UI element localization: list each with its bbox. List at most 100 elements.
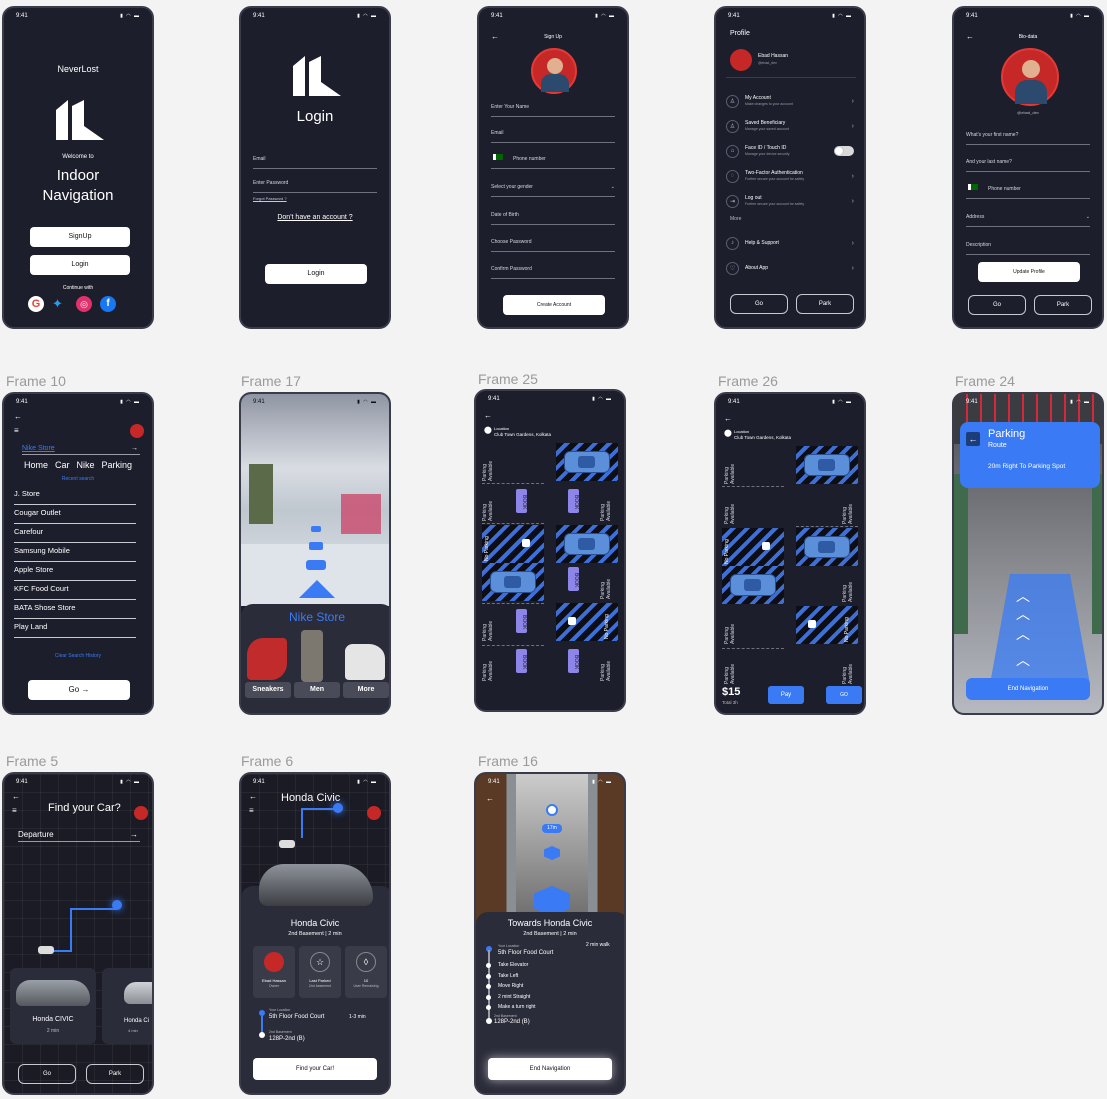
- first-name-field[interactable]: What's your first name?: [966, 132, 1090, 145]
- logout-item[interactable]: ⇥ Log out Further secure your account for …: [726, 190, 854, 212]
- address-select[interactable]: Address ⌄: [966, 214, 1090, 227]
- chevron-down-icon: ⌄: [1085, 214, 1090, 220]
- step-dot: [486, 984, 491, 990]
- park-button[interactable]: Park: [1034, 295, 1092, 315]
- my-account-item[interactable]: ♙ My Account Make changes to your account ›: [726, 90, 854, 112]
- book-button[interactable]: BOOK: [568, 567, 579, 591]
- gender-select[interactable]: Select your gender ⌄: [491, 184, 615, 197]
- menu-icon[interactable]: ≡: [249, 806, 254, 815]
- description-field[interactable]: Description: [966, 242, 1090, 255]
- tab-home[interactable]: Home: [24, 460, 48, 470]
- avatar[interactable]: [531, 48, 577, 94]
- help-support-item[interactable]: ♪ Help & Support ›: [726, 232, 854, 254]
- phone-field[interactable]: Phone number: [491, 154, 615, 169]
- recent-search-item[interactable]: Cougar Outlet: [14, 505, 136, 524]
- car-card[interactable]: Honda CIVIC 2 min: [10, 968, 96, 1044]
- arrow-right-icon[interactable]: →: [130, 830, 138, 839]
- pay-button[interactable]: Pay: [768, 686, 804, 704]
- google-icon[interactable]: G: [28, 296, 44, 312]
- confirm-password-field[interactable]: Confirm Password: [491, 266, 615, 279]
- signup-link[interactable]: Don't have an account ?: [241, 214, 389, 221]
- avatar[interactable]: [367, 806, 381, 820]
- go-button[interactable]: Go →: [28, 680, 130, 700]
- arrow-right-icon[interactable]: →: [131, 445, 138, 452]
- create-account-button[interactable]: Create Account: [503, 295, 605, 315]
- book-button[interactable]: BOOK: [568, 489, 579, 513]
- ar-path-marker: [311, 526, 321, 532]
- tab-car[interactable]: Car: [55, 460, 70, 470]
- email-field[interactable]: Email: [253, 156, 377, 169]
- twitter-icon[interactable]: ✦: [52, 296, 68, 312]
- recent-search-item[interactable]: Samsung Mobile: [14, 543, 136, 562]
- recent-search-item[interactable]: KFC Food Court: [14, 581, 136, 600]
- two-factor-item[interactable]: ◌ Two-Factor Authentication Further secure…: [726, 165, 854, 187]
- about-app-item[interactable]: ♡ About App ›: [726, 257, 854, 279]
- password-field[interactable]: Choose Password: [491, 239, 615, 252]
- face-id-toggle[interactable]: [834, 146, 854, 156]
- email-field[interactable]: Email: [491, 130, 615, 143]
- book-button[interactable]: BOOK: [516, 649, 527, 673]
- park-button[interactable]: Park: [796, 294, 854, 314]
- back-arrow-icon[interactable]: ←: [12, 792, 20, 801]
- password-field[interactable]: Enter Password: [253, 180, 377, 193]
- back-arrow-icon[interactable]: ←: [486, 794, 494, 803]
- last-parked-card[interactable]: ☆ Last Parked 2nd basement: [299, 946, 341, 998]
- park-button[interactable]: Park: [86, 1064, 144, 1084]
- parking-available-label: Parking Available: [482, 460, 494, 481]
- book-button[interactable]: BOOK: [516, 489, 527, 513]
- login-button[interactable]: Login: [30, 255, 130, 275]
- book-button[interactable]: BOOK: [568, 649, 579, 673]
- search-input[interactable]: Nike Store →: [22, 445, 140, 455]
- back-arrow-icon[interactable]: ←: [14, 412, 22, 421]
- avatar[interactable]: [134, 806, 148, 820]
- find-car-button[interactable]: Find your Car!: [253, 1058, 377, 1080]
- bell-icon: ♪: [726, 236, 739, 250]
- update-profile-button[interactable]: Update Profile: [978, 262, 1080, 282]
- end-navigation-button[interactable]: End Navigation: [488, 1058, 612, 1080]
- category-sneakers[interactable]: Sneakers: [245, 682, 291, 698]
- menu-icon[interactable]: ≡: [12, 806, 17, 815]
- category-men[interactable]: Men: [294, 682, 340, 698]
- profile-card[interactable]: Ebad Hassan @ebad_dev: [726, 46, 856, 78]
- tab-nike[interactable]: Nike: [77, 460, 95, 470]
- location-pin-icon: [546, 804, 558, 816]
- departure-input[interactable]: Departure →: [18, 830, 140, 842]
- back-arrow-icon[interactable]: ←: [249, 792, 257, 801]
- recent-search-item[interactable]: BATA Shose Store: [14, 600, 136, 619]
- forgot-password-link[interactable]: Forgot Password ?: [253, 196, 287, 201]
- users-card[interactable]: ◊ 10 User Remaining: [345, 946, 387, 998]
- saved-beneficiary-item[interactable]: ♙ Saved Beneficiary Manage your saved acco…: [726, 115, 854, 137]
- book-button[interactable]: BOOK: [516, 609, 527, 633]
- owner-card[interactable]: Ebad Hassan Owner: [253, 946, 295, 998]
- go-button[interactable]: GO: [826, 686, 862, 704]
- instagram-icon[interactable]: ◎: [76, 296, 92, 312]
- avatar[interactable]: [1001, 48, 1059, 106]
- name-field[interactable]: Enter Your Name: [491, 104, 615, 117]
- chevron-up-icon: ︿: [1016, 652, 1030, 668]
- recent-search-item[interactable]: Apple Store: [14, 562, 136, 581]
- recent-search-item[interactable]: Play Land: [14, 619, 136, 638]
- menu-icon[interactable]: ≡: [14, 426, 19, 435]
- signup-button[interactable]: SignUp: [30, 227, 130, 247]
- last-name-field[interactable]: And your last name?: [966, 159, 1090, 172]
- back-arrow-icon[interactable]: ←: [966, 432, 980, 446]
- go-button[interactable]: Go: [18, 1064, 76, 1084]
- category-more[interactable]: More: [343, 682, 389, 698]
- go-button[interactable]: Go: [968, 295, 1026, 315]
- login-submit-button[interactable]: Login: [265, 264, 367, 284]
- recent-search-item[interactable]: Carefour: [14, 524, 136, 543]
- route-end-dot: [259, 1032, 265, 1038]
- car-card[interactable]: Honda Ci 4 min: [102, 968, 152, 1044]
- facebook-icon[interactable]: f: [100, 296, 116, 312]
- back-arrow-icon[interactable]: ←: [484, 411, 492, 420]
- go-button[interactable]: Go: [730, 294, 788, 314]
- back-arrow-icon[interactable]: ←: [724, 414, 732, 423]
- recent-search-item[interactable]: J. Store: [14, 486, 136, 505]
- tab-parking[interactable]: Parking: [102, 460, 133, 470]
- dob-field[interactable]: Date of Birth: [491, 212, 615, 225]
- clear-history-link[interactable]: Clear Search History: [4, 653, 152, 659]
- phone-field[interactable]: Phone number: [966, 184, 1090, 199]
- end-navigation-button[interactable]: End Navigation: [966, 678, 1090, 700]
- avatar[interactable]: [130, 424, 144, 438]
- men-image: [301, 630, 323, 682]
